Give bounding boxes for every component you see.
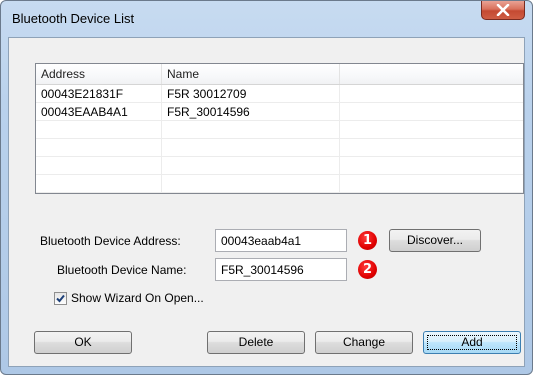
callout-badge-2: 2 [358,260,377,279]
address-field[interactable] [215,229,347,252]
change-button[interactable]: Change [315,331,413,354]
show-wizard-label[interactable]: Show Wizard On Open... [71,291,204,305]
device-list[interactable]: Address Name 00043E21831F F5R 30012709 0… [35,63,524,194]
row-address: 00043E21831F [41,87,124,101]
name-label: Bluetooth Device Name: [57,263,187,277]
delete-button[interactable]: Delete [207,331,305,354]
dialog-client-area: Address Name 00043E21831F F5R 30012709 0… [8,37,525,367]
show-wizard-checkbox[interactable] [54,292,67,305]
empty-row [36,175,523,193]
dialog-window: Bluetooth Device List Address Name 00043… [0,0,533,375]
close-button[interactable] [481,1,525,20]
window-title: Bluetooth Device List [12,11,135,26]
add-button[interactable]: Add [423,331,521,354]
column-header-name[interactable]: Name [162,64,340,84]
table-row[interactable]: 00043E21831F F5R 30012709 [36,85,523,103]
empty-row [36,139,523,157]
empty-row [36,121,523,139]
address-label: Bluetooth Device Address: [40,234,181,248]
row-name: F5R_30014596 [167,105,250,119]
empty-row [36,157,523,175]
list-header: Address Name [36,64,523,85]
table-row[interactable]: 00043EAAB4A1 F5R_30014596 [36,103,523,121]
ok-button[interactable]: OK [34,331,132,354]
row-name: F5R 30012709 [167,87,247,101]
add-button-label: Add [461,335,483,349]
row-address: 00043EAAB4A1 [41,105,128,119]
column-header-address[interactable]: Address [36,64,162,84]
callout-badge-1: 1 [358,231,377,250]
discover-button[interactable]: Discover... [389,229,481,252]
close-icon [496,4,510,16]
column-header-empty [340,64,523,84]
name-field[interactable] [215,258,347,281]
title-bar[interactable]: Bluetooth Device List [1,1,532,37]
checkmark-icon [56,294,65,303]
